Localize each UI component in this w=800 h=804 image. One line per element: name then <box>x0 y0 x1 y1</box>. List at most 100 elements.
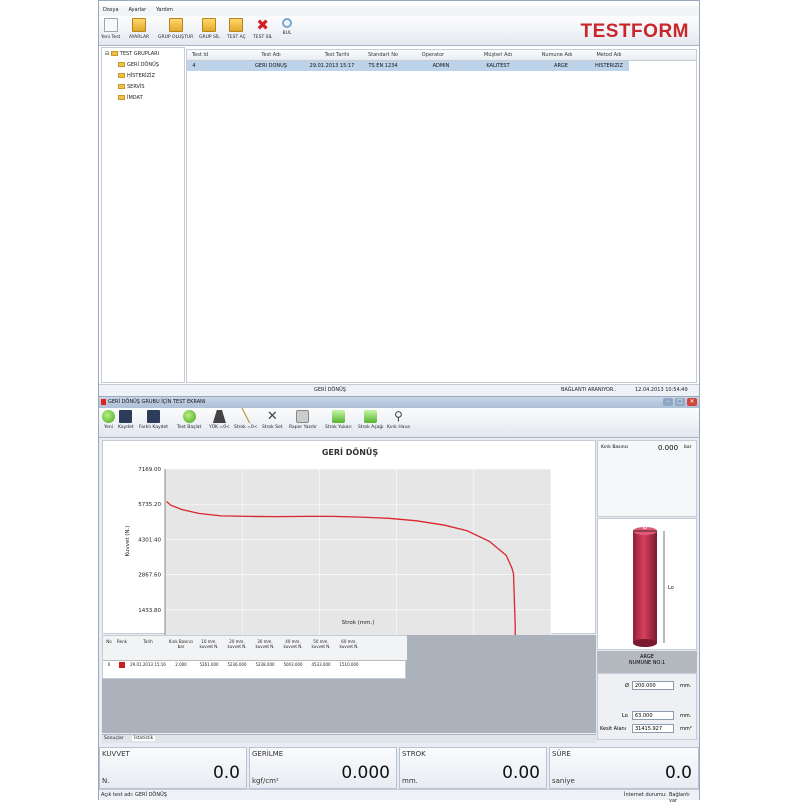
stress-readout: GERİLME 0.000 kgf/cm² <box>249 747 397 789</box>
folder-icon <box>118 73 125 78</box>
stress-value: 0.000 <box>341 763 390 783</box>
new-button[interactable]: Yeni <box>102 410 115 430</box>
tab-statistics[interactable]: İstatistik <box>132 736 156 741</box>
open-test-label: Açık test adı: <box>101 792 134 798</box>
settings-button[interactable]: AYARLAR <box>129 18 149 40</box>
force-value: 0.0 <box>212 763 240 783</box>
save-icon <box>119 410 133 423</box>
force-label: KUVVET <box>102 750 130 758</box>
table-row[interactable]: 0 29.01.2013 15:16 2.000 5261.000 5236.000 52… <box>103 661 407 669</box>
column-header[interactable]: Metod Adı <box>579 52 639 58</box>
delete-test-button[interactable]: ✖ TEST SİL <box>253 18 272 41</box>
stroke-down-button[interactable]: Strok Aşağı <box>358 410 383 430</box>
close-button[interactable]: ✕ <box>687 398 697 406</box>
tree-item-histeriziz[interactable]: HİSTERİZİZ <box>118 73 155 79</box>
column-header[interactable]: Kırık Basıncı bar <box>167 639 195 649</box>
table-cell: 1510.000 <box>339 662 359 667</box>
stroke-readout: STROK 0.00 mm. <box>399 747 547 789</box>
menu-file[interactable]: Dosya <box>99 6 123 14</box>
stroke-zero-button[interactable]: ╲ Strok =0< <box>234 410 258 430</box>
y-tick-label: 1433.80 <box>138 608 161 614</box>
column-header[interactable]: 50 mm. kuvvet N. <box>307 639 335 649</box>
create-group-button[interactable]: GRUP OLUŞTUR <box>158 18 193 40</box>
time-label: SÜRE <box>552 750 571 758</box>
column-header[interactable]: 10 mm. kuvvet N. <box>195 639 223 649</box>
break-pressure-unit: bar <box>684 445 692 450</box>
table-cell: 2.000 <box>175 662 187 667</box>
tab-results[interactable]: Sonuçlar <box>104 736 124 741</box>
y-tick-label: 5735.20 <box>138 502 161 508</box>
specimen-info: ARGE NUMUNE NO:1 <box>597 651 697 673</box>
app-icon <box>101 399 106 405</box>
load-zero-button[interactable]: YÜK =0< <box>209 410 230 430</box>
length-input[interactable]: 63.000 <box>632 711 674 720</box>
time-unit: saniye <box>552 777 575 785</box>
length-unit: mm. <box>680 713 692 719</box>
stroke-unit: mm. <box>402 777 418 785</box>
column-header[interactable]: Numune Adı <box>527 52 587 58</box>
column-header[interactable]: Test Adı <box>231 52 311 58</box>
table-cell: 0 <box>107 662 111 667</box>
minimize-button[interactable]: – <box>663 398 673 406</box>
internet-status-label: İnternet durumu: <box>624 792 667 798</box>
column-header[interactable]: Operator <box>403 52 463 58</box>
maximize-button[interactable]: □ <box>675 398 685 406</box>
column-header[interactable]: 30 mm. kuvvet N. <box>251 639 279 649</box>
save-button[interactable]: Kaydet <box>118 410 134 430</box>
results-header: No Renk Tarih Kırık Basıncı bar 10 mm. kuvve… <box>103 636 407 661</box>
time-readout: SÜRE 0.0 saniye <box>549 747 699 789</box>
column-header[interactable]: 20 mm. kuvvet N. <box>223 639 251 649</box>
stroke-up-button[interactable]: Strok Yukarı <box>325 410 352 430</box>
stress-label: GERİLME <box>252 750 284 758</box>
cylinder-body <box>633 531 657 643</box>
table-cell: 5003.000 <box>283 662 303 667</box>
length-label: Lo <box>622 713 628 719</box>
diameter-input[interactable]: 200.000 <box>632 681 674 690</box>
open-test-button[interactable]: TEST AÇ <box>227 18 246 40</box>
column-header[interactable]: Müşteri Adı <box>463 52 533 58</box>
folder-icon <box>118 95 125 100</box>
column-header[interactable]: 60 mm. kuvvet N. <box>335 639 363 649</box>
table-cell: HİSTERİZİZ <box>595 63 623 69</box>
delete-group-button[interactable]: GRUP SİL <box>199 18 220 40</box>
folder-icon <box>118 62 125 67</box>
save-as-button[interactable]: Farklı Kaydet <box>139 410 168 430</box>
result-tabs: Sonuçlar İstatistik <box>102 734 596 743</box>
break-air-button[interactable]: ⚲ Kırık Hava <box>387 410 410 431</box>
break-pressure-value: 0.000 <box>658 444 679 452</box>
tree-item-geri-donus[interactable]: GERİ DÖNÜŞ <box>118 62 159 68</box>
specimen-diagram: Ø Lo <box>597 518 697 650</box>
start-test-button[interactable]: Test Başlat <box>177 410 201 430</box>
find-button[interactable]: BUL <box>282 18 292 36</box>
force-readout: KUVVET 0.0 N. <box>99 747 247 789</box>
column-header[interactable]: Renk <box>115 639 129 644</box>
column-header[interactable]: Test Id <box>189 52 211 58</box>
table-row[interactable]: 4 GERİ DÖNÜŞ 29.01.2013 15:17 TS EN 1234… <box>187 61 629 71</box>
column-header[interactable]: 40 mm. kuvvet N. <box>279 639 307 649</box>
arrow-up-icon <box>331 410 345 423</box>
print-report-button[interactable]: Rapor Yazdır <box>289 410 317 430</box>
stroke-set-button[interactable]: ✕ Strok Set <box>262 410 283 430</box>
test-status-bar: Açık test adı: GERİ DÖNÜŞ İnternet durum… <box>99 789 699 804</box>
table-cell: KALITEST <box>486 63 510 69</box>
tree-root[interactable]: ⊟ TEST GRUPLARI <box>105 51 159 57</box>
results-table: No Renk Tarih Kırık Basıncı bar 10 mm. kuvve… <box>102 635 407 679</box>
force-stroke-chart: GERİ DÖNÜŞ Strok (mm.) Kuvvet (N.) 0.001… <box>102 440 596 635</box>
table-cell: 5236.000 <box>227 662 247 667</box>
weight-icon <box>212 410 226 423</box>
tree-item-imdat[interactable]: İMDAT <box>118 95 143 101</box>
new-test-button[interactable]: Yeni Test <box>101 18 120 40</box>
time-value: 0.0 <box>664 763 692 783</box>
cylinder-bottom <box>633 639 657 647</box>
column-header[interactable]: Tarih <box>129 639 167 644</box>
printer-icon <box>296 410 310 423</box>
main-window: Dosya Ayarlar Yardım Yeni Test AYARLAR G… <box>98 0 700 396</box>
menu-help[interactable]: Yardım <box>152 6 177 14</box>
tree-item-servis[interactable]: SERVİS <box>118 84 145 90</box>
stroke-value: 0.00 <box>502 763 540 783</box>
new-icon <box>102 410 115 423</box>
grid-header: Test Id Test Adı Test Tarihi Standart No… <box>187 50 696 61</box>
column-header[interactable]: No <box>103 639 115 644</box>
menu-settings[interactable]: Ayarlar <box>124 6 150 14</box>
y-tick-label: 2867.60 <box>138 573 161 579</box>
